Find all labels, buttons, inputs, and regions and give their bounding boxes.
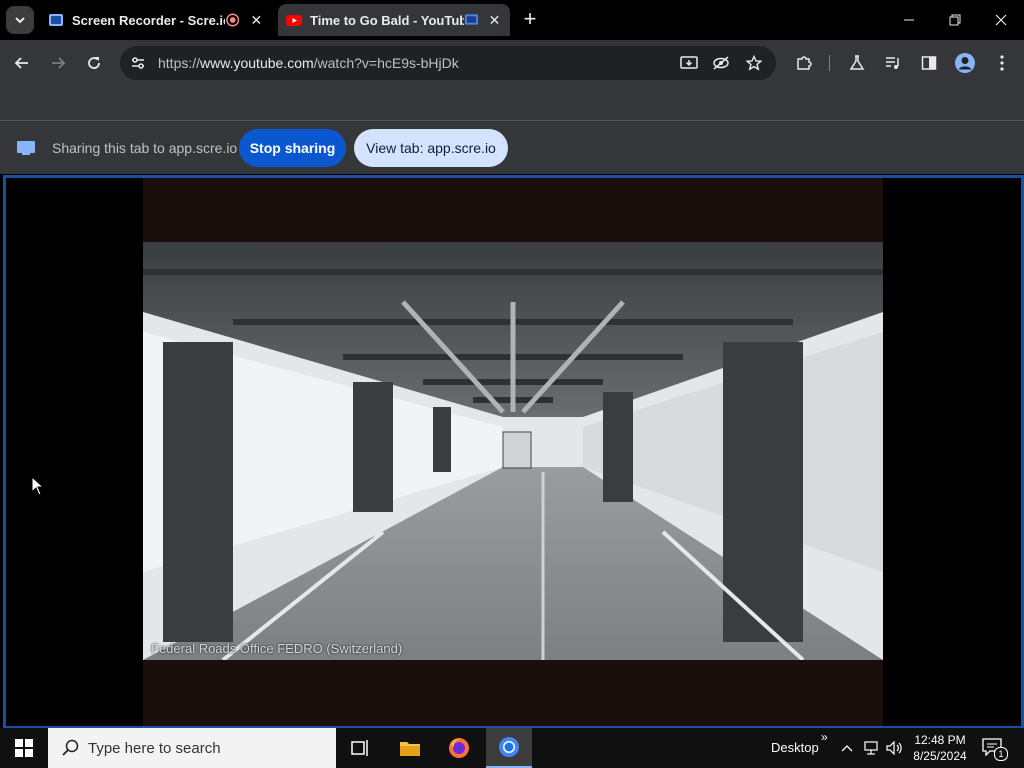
video-caption: Federal Roads Office FEDRO (Switzerland) xyxy=(151,641,403,656)
task-view-button[interactable] xyxy=(337,728,383,768)
url-host: www.youtube.com xyxy=(200,55,314,71)
tab-strip: Screen Recorder - Scre.io ✕ Time to Go B… xyxy=(0,0,1024,40)
windows-taskbar: Type here to search Desktop » 12:48 PM 8… xyxy=(0,728,1024,768)
notification-count-badge: 1 xyxy=(994,747,1008,761)
chrome-button[interactable] xyxy=(486,728,532,768)
avatar-icon xyxy=(955,53,975,73)
tab-title: Time to Go Bald - YouTube xyxy=(310,12,465,28)
url-text: https://www.youtube.com/watch?v=hcE9s-bH… xyxy=(158,55,459,71)
profile-button[interactable] xyxy=(953,51,977,75)
folder-icon xyxy=(400,742,420,756)
task-view-icon xyxy=(351,740,368,756)
flask-icon xyxy=(849,55,865,70)
extensions-button[interactable] xyxy=(792,51,816,75)
side-panel-icon xyxy=(921,56,937,70)
recording-indicator-icon xyxy=(226,13,240,27)
clock-date: 8/25/2024 xyxy=(913,749,967,763)
start-button[interactable] xyxy=(0,728,48,768)
shared-tab-viewport: Federal Roads Office FEDRO (Switzerland) xyxy=(3,175,1024,729)
chrome-icon xyxy=(499,737,519,757)
labs-button[interactable] xyxy=(845,51,869,75)
address-bar[interactable]: https://www.youtube.com/watch?v=hcE9s-bH… xyxy=(120,46,776,80)
chevron-down-icon xyxy=(15,17,25,24)
firefox-button[interactable] xyxy=(436,728,482,768)
restore-button[interactable] xyxy=(932,6,978,34)
minimize-button[interactable] xyxy=(886,6,932,34)
firefox-icon xyxy=(449,738,469,758)
stop-sharing-button[interactable]: Stop sharing xyxy=(239,129,346,167)
restore-icon xyxy=(949,14,961,26)
browser-toolbar: https://www.youtube.com/watch?v=hcE9s-bH… xyxy=(0,40,1024,86)
browser-menu-button[interactable] xyxy=(990,51,1014,75)
tab-title: Screen Recorder - Scre.io xyxy=(72,12,226,28)
close-window-button[interactable] xyxy=(978,6,1024,34)
screen-recorder-favicon-icon xyxy=(49,14,63,26)
close-icon xyxy=(995,14,1007,26)
notification-center-button[interactable]: 1 xyxy=(982,738,1008,761)
youtube-favicon-icon xyxy=(286,15,302,26)
puzzle-icon xyxy=(797,56,812,70)
media-control-button[interactable] xyxy=(881,51,905,75)
mouse-cursor-icon xyxy=(31,476,45,496)
tab-youtube[interactable]: Time to Go Bald - YouTube ✕ xyxy=(278,4,510,36)
minimize-icon xyxy=(904,19,914,21)
view-tab-button[interactable]: View tab: app.scre.io xyxy=(354,129,508,167)
clock-time: 12:48 PM xyxy=(914,733,966,747)
tab-close-icon[interactable]: ✕ xyxy=(487,12,502,29)
site-settings-icon[interactable] xyxy=(130,55,146,71)
tab-search-button[interactable] xyxy=(6,6,34,34)
toolbar-divider xyxy=(829,55,830,71)
arrow-left-icon xyxy=(14,57,28,69)
video-player[interactable]: Federal Roads Office FEDRO (Switzerland) xyxy=(143,178,883,726)
more-vert-icon xyxy=(1000,55,1004,71)
reload-icon xyxy=(88,57,100,69)
cast-install-icon[interactable] xyxy=(680,55,698,71)
star-icon[interactable] xyxy=(746,55,762,71)
desktop-toolbar-label[interactable]: Desktop xyxy=(771,740,819,755)
tab-screen-recorder[interactable]: Screen Recorder - Scre.io ✕ xyxy=(40,4,272,36)
reload-button[interactable] xyxy=(82,51,106,75)
sharing-tab-icon xyxy=(464,14,479,25)
windows-logo-icon xyxy=(15,739,33,757)
system-clock[interactable]: 12:48 PM 8/25/2024 xyxy=(912,732,968,764)
tab-close-icon[interactable]: ✕ xyxy=(249,12,264,29)
search-placeholder: Type here to search xyxy=(88,739,221,757)
bookmarks-bar xyxy=(0,86,1024,121)
side-panel-button[interactable] xyxy=(917,51,941,75)
tunnel-scene-image xyxy=(143,242,883,660)
taskbar-search-box[interactable]: Type here to search xyxy=(48,728,336,768)
chevron-up-icon[interactable] xyxy=(841,742,853,754)
arrow-right-icon xyxy=(52,57,66,69)
file-explorer-button[interactable] xyxy=(387,728,433,768)
url-scheme: https:// xyxy=(158,55,201,71)
sharing-message: Sharing this tab to app.scre.io xyxy=(52,140,238,156)
tab-sharing-infobar: Sharing this tab to app.scre.io Stop sha… xyxy=(0,121,1024,174)
url-path: /watch?v=hcE9s-bHjDk xyxy=(313,55,459,71)
screen-share-icon xyxy=(17,141,35,155)
forward-button[interactable] xyxy=(46,51,70,75)
toolbar-overflow-icon[interactable]: » xyxy=(821,730,828,744)
back-button[interactable] xyxy=(10,51,34,75)
volume-icon[interactable] xyxy=(886,741,904,755)
search-icon xyxy=(62,739,79,756)
new-tab-button[interactable]: + xyxy=(518,8,542,32)
network-icon[interactable] xyxy=(863,741,879,755)
video-frame[interactable]: Federal Roads Office FEDRO (Switzerland) xyxy=(143,242,883,660)
eye-off-icon[interactable] xyxy=(712,55,730,71)
music-queue-icon xyxy=(886,57,899,69)
